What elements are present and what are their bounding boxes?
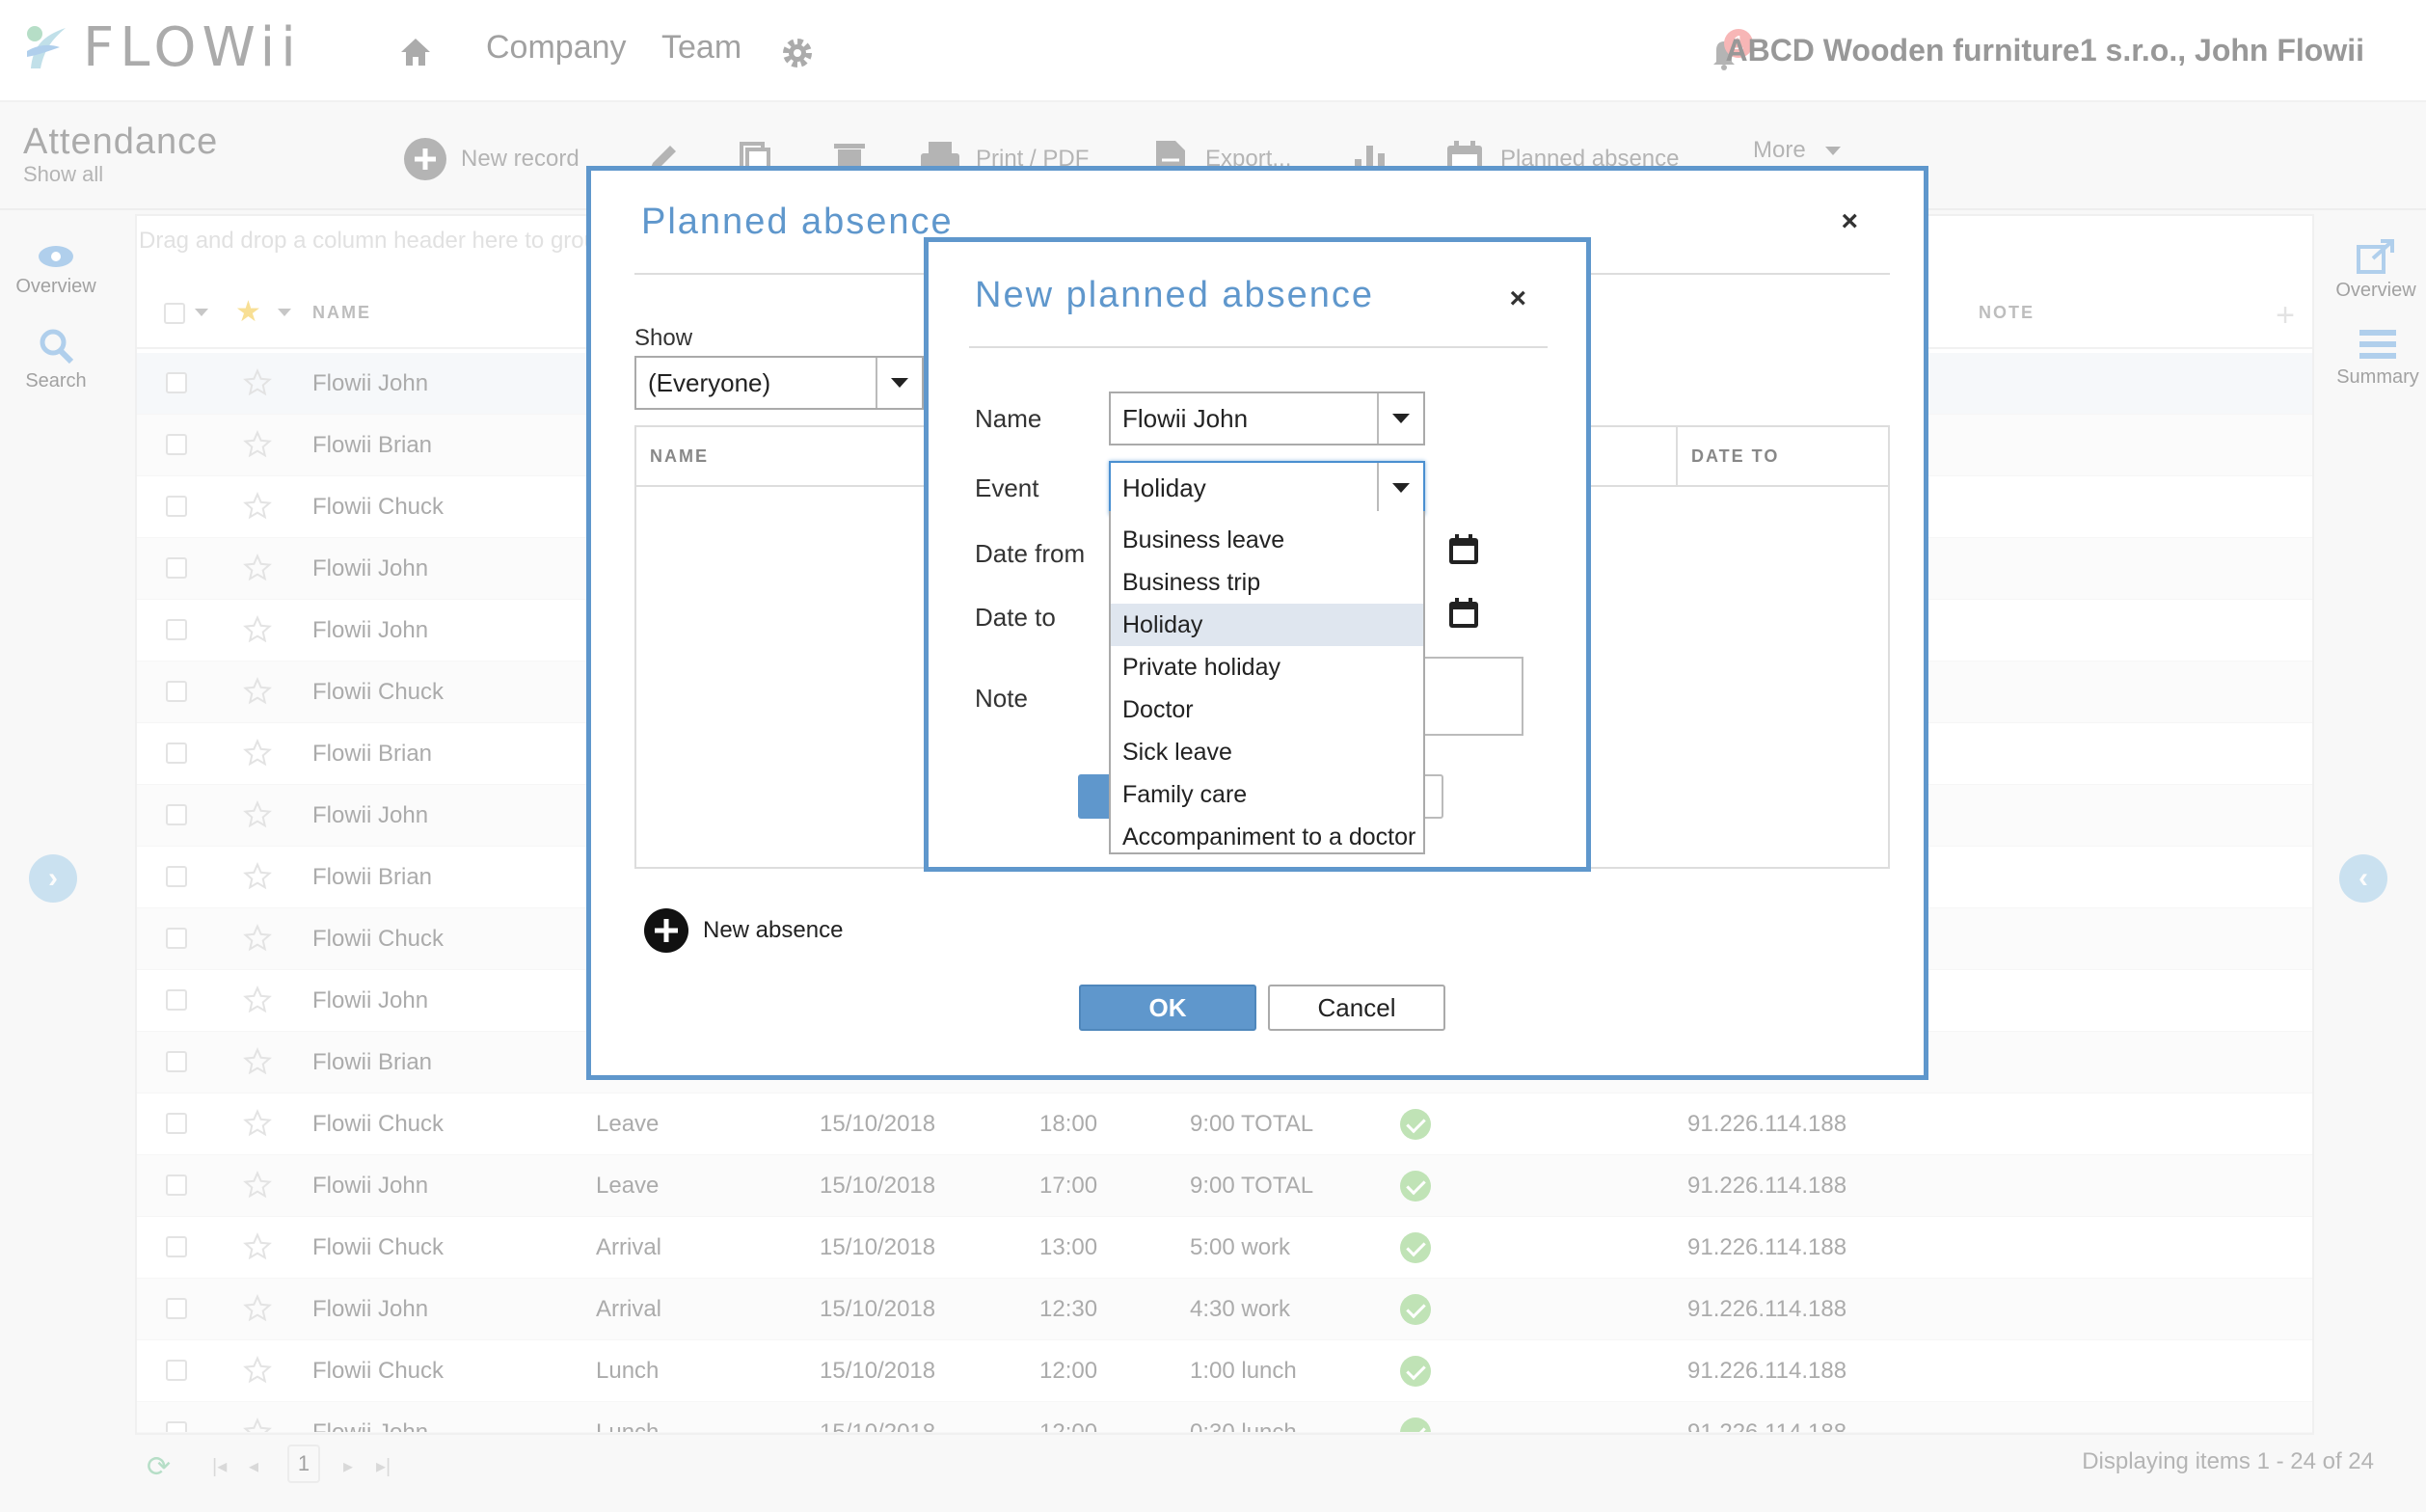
date-from-calendar-icon[interactable] <box>1447 533 1480 571</box>
show-select-value: (Everyone) <box>648 367 771 397</box>
column-header-date-to[interactable]: DATE TO <box>1691 446 1779 467</box>
dialog-title: Planned absence <box>641 202 954 242</box>
show-select[interactable]: (Everyone) <box>634 356 924 410</box>
dropdown-option[interactable]: Accompaniment to a doctor <box>1111 816 1423 858</box>
column-header-name[interactable]: NAME <box>650 446 709 467</box>
name-select[interactable]: Flowii John <box>1109 392 1425 446</box>
date-to-label: Date to <box>975 603 1056 632</box>
date-from-label: Date from <box>975 539 1086 568</box>
plus-circle-icon <box>644 908 688 953</box>
divider <box>969 346 1548 348</box>
dropdown-option[interactable]: Sick leave <box>1111 731 1423 773</box>
event-select-value: Holiday <box>1122 472 1206 502</box>
dialog-title: New planned absence <box>975 275 1375 315</box>
dropdown-option[interactable]: Private holiday <box>1111 646 1423 688</box>
chevron-down-icon[interactable] <box>876 358 922 408</box>
name-select-value: Flowii John <box>1122 403 1249 433</box>
ok-button[interactable]: OK <box>1079 985 1256 1031</box>
date-to-calendar-icon[interactable] <box>1447 597 1480 634</box>
column-divider <box>1676 427 1678 487</box>
chevron-down-icon[interactable] <box>1377 393 1423 444</box>
event-label: Event <box>975 473 1039 502</box>
event-dropdown-list: Business leave Business trip Holiday Privat… <box>1109 511 1425 854</box>
new-absence-button[interactable]: New absence <box>643 907 843 954</box>
event-select[interactable]: Holiday <box>1109 461 1425 515</box>
show-label: Show <box>634 325 693 351</box>
chevron-down-icon[interactable] <box>1377 463 1423 513</box>
cancel-button[interactable]: Cancel <box>1268 985 1445 1031</box>
name-label: Name <box>975 404 1042 433</box>
close-icon[interactable]: × <box>1841 205 1858 238</box>
dropdown-option[interactable]: Holiday <box>1111 604 1423 646</box>
close-icon[interactable]: × <box>1509 283 1526 315</box>
dropdown-option[interactable]: Business trip <box>1111 561 1423 604</box>
new-absence-label: New absence <box>703 917 844 943</box>
dropdown-option[interactable]: Doctor <box>1111 688 1423 731</box>
dropdown-option[interactable]: Business leave <box>1111 519 1423 561</box>
note-label: Note <box>975 684 1028 713</box>
dropdown-option[interactable]: Family care <box>1111 773 1423 816</box>
